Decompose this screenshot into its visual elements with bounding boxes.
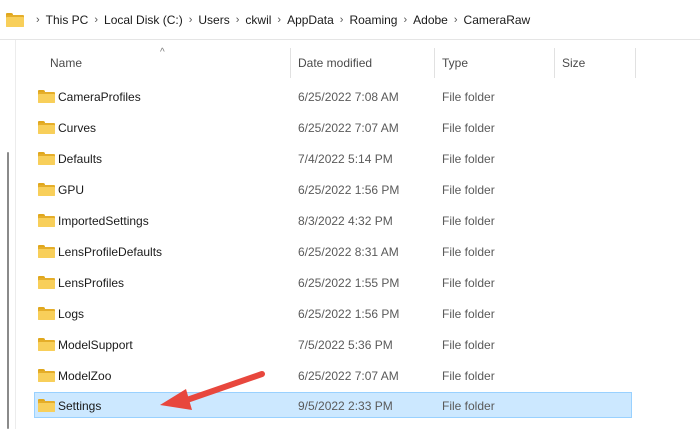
file-row[interactable]: Logs 6/25/2022 1:56 PM File folder — [34, 300, 632, 326]
breadcrumb-item[interactable]: Adobe — [413, 13, 448, 27]
file-name: GPU — [58, 183, 85, 197]
breadcrumb-separator-icon[interactable]: › — [403, 14, 407, 26]
breadcrumb-separator-icon[interactable]: › — [94, 14, 98, 26]
column-divider[interactable] — [290, 48, 291, 78]
file-type: File folder — [442, 152, 495, 166]
folder-icon — [38, 121, 55, 134]
breadcrumb-item[interactable]: Local Disk (C:) — [104, 13, 183, 27]
file-type: File folder — [442, 276, 495, 290]
folder-icon — [38, 399, 55, 412]
column-header-date-modified[interactable]: Date modified — [298, 48, 372, 78]
file-date-modified: 6/25/2022 1:56 PM — [298, 307, 400, 321]
breadcrumb-item[interactable]: Roaming — [349, 13, 397, 27]
breadcrumb: › This PC › Local Disk (C:) › Users › ckwil › App… — [30, 13, 530, 27]
column-header-size[interactable]: Size — [562, 48, 585, 78]
sort-indicator-icon: ^ — [160, 47, 165, 58]
breadcrumb-separator-icon[interactable]: › — [454, 14, 458, 26]
file-name: Settings — [58, 399, 102, 413]
breadcrumb-separator-icon[interactable]: › — [340, 14, 344, 26]
file-date-modified: 6/25/2022 1:55 PM — [298, 276, 400, 290]
folder-icon — [38, 369, 55, 382]
column-divider[interactable] — [554, 48, 555, 78]
folder-icon — [38, 276, 55, 289]
file-name: Defaults — [58, 152, 103, 166]
folder-icon — [38, 338, 55, 351]
file-date-modified: 7/5/2022 5:36 PM — [298, 338, 393, 352]
file-row[interactable]: Defaults 7/4/2022 5:14 PM File folder — [34, 145, 632, 171]
file-row[interactable]: LensProfiles 6/25/2022 1:55 PM File folder — [34, 269, 632, 295]
breadcrumb-separator-icon[interactable]: › — [236, 14, 240, 26]
file-type: File folder — [442, 399, 495, 413]
file-date-modified: 6/25/2022 8:31 AM — [298, 245, 399, 259]
breadcrumb-separator-icon[interactable]: › — [277, 14, 281, 26]
file-type: File folder — [442, 121, 495, 135]
file-name: ImportedSettings — [58, 214, 149, 228]
breadcrumb-item[interactable]: Users — [198, 13, 229, 27]
column-header-type[interactable]: Type — [442, 48, 468, 78]
file-date-modified: 8/3/2022 4:32 PM — [298, 214, 393, 228]
file-name: LensProfileDefaults — [58, 245, 163, 259]
file-name: Logs — [58, 307, 85, 321]
breadcrumb-item[interactable]: AppData — [287, 13, 334, 27]
navigation-pane-scrollbar[interactable] — [0, 40, 16, 429]
file-date-modified: 6/25/2022 7:07 AM — [298, 121, 399, 135]
file-type: File folder — [442, 307, 495, 321]
file-type: File folder — [442, 338, 495, 352]
file-date-modified: 6/25/2022 7:07 AM — [298, 369, 399, 383]
folder-icon — [38, 183, 55, 196]
folder-icon — [38, 90, 55, 103]
column-divider[interactable] — [434, 48, 435, 78]
file-type: File folder — [442, 90, 495, 104]
breadcrumb-separator-icon[interactable]: › — [189, 14, 193, 26]
file-row[interactable]: ModelSupport 7/5/2022 5:36 PM File folder — [34, 331, 632, 357]
folder-icon — [38, 307, 55, 320]
file-name: CameraProfiles — [58, 90, 141, 104]
file-row[interactable]: Curves 6/25/2022 7:07 AM File folder — [34, 114, 632, 140]
file-row[interactable]: ImportedSettings 8/3/2022 4:32 PM File fol… — [34, 207, 632, 233]
file-row[interactable]: LensProfileDefaults 6/25/2022 8:31 AM File… — [34, 238, 632, 264]
file-type: File folder — [442, 214, 495, 228]
file-date-modified: 7/4/2022 5:14 PM — [298, 152, 393, 166]
file-date-modified: 6/25/2022 1:56 PM — [298, 183, 400, 197]
folder-icon — [6, 12, 24, 27]
file-row[interactable]: Settings 9/5/2022 2:33 PM File folder — [34, 392, 632, 418]
breadcrumb-item[interactable]: CameraRaw — [464, 13, 531, 27]
folder-icon — [38, 245, 55, 258]
file-date-modified: 9/5/2022 2:33 PM — [298, 399, 393, 413]
file-row[interactable]: ModelZoo 6/25/2022 7:07 AM File folder — [34, 362, 632, 388]
scrollbar-thumb[interactable] — [7, 152, 9, 429]
folder-icon — [38, 152, 55, 165]
file-name: LensProfiles — [58, 276, 125, 290]
file-row[interactable]: GPU 6/25/2022 1:56 PM File folder — [34, 176, 632, 202]
file-name: ModelZoo — [58, 369, 112, 383]
file-name: ModelSupport — [58, 338, 133, 352]
column-header-name[interactable]: Name — [50, 48, 82, 78]
column-divider[interactable] — [635, 48, 636, 78]
address-bar[interactable]: › This PC › Local Disk (C:) › Users › ckwil › App… — [0, 0, 700, 40]
folder-icon — [38, 214, 55, 227]
column-header-row: ^ Name Date modified Type Size — [16, 47, 700, 78]
file-type: File folder — [442, 183, 495, 197]
breadcrumb-item[interactable]: This PC — [46, 13, 89, 27]
breadcrumb-item[interactable]: ckwil — [245, 13, 271, 27]
file-date-modified: 6/25/2022 7:08 AM — [298, 90, 399, 104]
file-type: File folder — [442, 369, 495, 383]
file-row[interactable]: CameraProfiles 6/25/2022 7:08 AM File fold… — [34, 83, 632, 109]
file-name: Curves — [58, 121, 97, 135]
breadcrumb-separator-icon[interactable]: › — [36, 14, 40, 26]
file-type: File folder — [442, 245, 495, 259]
